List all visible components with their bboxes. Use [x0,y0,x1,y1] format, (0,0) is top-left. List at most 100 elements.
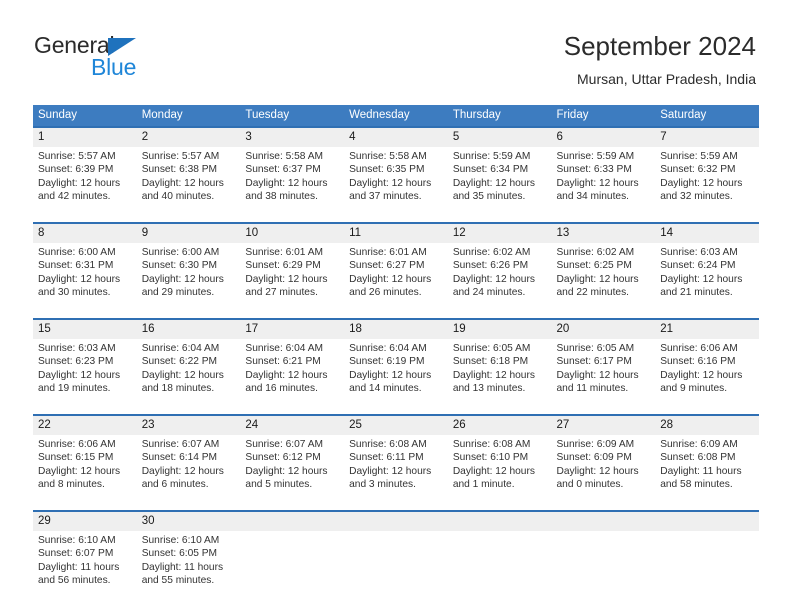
daylight-text-line1: Daylight: 12 hours [245,369,328,381]
day-number[interactable]: 5 [448,128,552,147]
sunset-text: Sunset: 6:17 PM [556,356,632,368]
daylight-text-line2: and 11 minutes. [556,383,629,395]
day-number[interactable]: 16 [137,320,241,339]
day-number[interactable]: 7 [655,128,759,147]
day-number[interactable]: 17 [240,320,344,339]
day-number[interactable]: 29 [33,512,137,531]
sunset-text: Sunset: 6:25 PM [556,260,632,272]
day-detail-cell: Sunrise: 6:06 AM Sunset: 6:15 PM Dayligh… [33,435,137,503]
weekday-header-sunday: Sunday [38,109,78,121]
sunrise-text: Sunrise: 5:58 AM [245,151,323,162]
day-number[interactable]: 30 [137,512,241,531]
day-number[interactable]: 15 [33,320,137,339]
sunset-text: Sunset: 6:23 PM [38,356,114,368]
sunset-text: Sunset: 6:27 PM [349,260,425,272]
daylight-text-line1: Daylight: 12 hours [556,465,639,477]
daylight-text-line2: and 32 minutes. [660,191,733,203]
day-detail-cell: Sunrise: 6:04 AM Sunset: 6:21 PM Dayligh… [240,339,344,407]
day-number[interactable]: 6 [552,128,656,147]
weekday-header-wednesday: Wednesday [349,109,410,121]
day-detail-cell: Sunrise: 6:07 AM Sunset: 6:12 PM Dayligh… [240,435,344,503]
day-detail-cell: Sunrise: 6:04 AM Sunset: 6:22 PM Dayligh… [137,339,241,407]
day-number[interactable]: 13 [552,224,656,243]
day-number[interactable]: 4 [344,128,448,147]
sunrise-text: Sunrise: 6:03 AM [38,343,116,354]
day-number[interactable]: 23 [137,416,241,435]
day-number[interactable]: 20 [552,320,656,339]
daylight-text-line2: and 18 minutes. [141,383,215,395]
day-number[interactable]: 25 [344,416,448,435]
day-number[interactable]: 19 [448,320,552,339]
day-detail-cell-empty [552,531,656,599]
day-number[interactable]: 10 [240,224,344,243]
page-title: September 2024 [563,31,756,61]
brand-logo[interactable]: General Blue [34,32,214,84]
sunset-text: Sunset: 6:09 PM [556,452,632,464]
daylight-text-line2: and 0 minutes. [556,479,624,491]
day-number[interactable]: 3 [240,128,344,147]
day-number-empty [552,512,656,531]
day-detail-cell: Sunrise: 5:59 AM Sunset: 6:34 PM Dayligh… [448,147,552,215]
day-detail-cell-empty [240,531,344,599]
sunrise-text: Sunrise: 5:59 AM [556,151,635,162]
daylight-text-line1: Daylight: 11 hours [141,561,224,573]
sunrise-text: Sunrise: 6:04 AM [245,343,323,354]
day-number[interactable]: 21 [655,320,759,339]
daylight-text-line1: Daylight: 12 hours [38,273,121,285]
day-detail-cell: Sunrise: 6:01 AM Sunset: 6:29 PM Dayligh… [240,243,344,311]
sunset-text: Sunset: 6:05 PM [141,548,218,560]
day-number[interactable]: 28 [655,416,759,435]
sunrise-text: Sunrise: 6:00 AM [141,247,220,258]
sunset-text: Sunset: 6:37 PM [245,164,321,176]
sunset-text: Sunset: 6:39 PM [38,164,114,176]
weekday-header-row: Sunday Monday Tuesday Wednesday Thursday… [33,105,759,126]
sunset-text: Sunset: 6:32 PM [660,164,736,176]
daylight-text-line1: Daylight: 12 hours [452,369,535,381]
daylight-text-line2: and 35 minutes. [452,191,526,203]
daylight-text-line2: and 56 minutes. [38,575,111,587]
calendar-week-row: 22 23 24 25 26 27 28 Sunrise: 6:06 AM Su… [33,414,759,503]
day-number[interactable]: 12 [448,224,552,243]
day-number[interactable]: 9 [137,224,241,243]
sunset-text: Sunset: 6:11 PM [349,452,424,464]
week-detail-band: Sunrise: 5:57 AM Sunset: 6:39 PM Dayligh… [33,147,759,215]
day-detail-cell: Sunrise: 6:09 AM Sunset: 6:09 PM Dayligh… [552,435,656,503]
daylight-text-line1: Daylight: 12 hours [141,177,224,189]
sunrise-text: Sunrise: 6:07 AM [141,439,220,450]
day-number[interactable]: 27 [552,416,656,435]
day-detail-cell: Sunrise: 6:03 AM Sunset: 6:23 PM Dayligh… [33,339,137,407]
daylight-text-line1: Daylight: 12 hours [141,369,224,381]
week-date-band: 22 23 24 25 26 27 28 [33,416,759,435]
calendar-week-row: 1 2 3 4 5 6 7 Sunrise: 5:57 AM Sunset: 6… [33,126,759,215]
daylight-text-line1: Daylight: 12 hours [141,465,224,477]
sunset-text: Sunset: 6:26 PM [452,260,529,272]
sunset-text: Sunset: 6:14 PM [141,452,218,464]
sunrise-text: Sunrise: 6:08 AM [452,439,531,450]
daylight-text-line1: Daylight: 12 hours [349,369,432,381]
sunset-text: Sunset: 6:21 PM [245,356,321,368]
sunset-text: Sunset: 6:31 PM [38,260,114,272]
day-number[interactable]: 1 [33,128,137,147]
daylight-text-line2: and 3 minutes. [349,479,416,491]
daylight-text-line2: and 14 minutes. [349,383,422,395]
day-number[interactable]: 14 [655,224,759,243]
day-number[interactable]: 18 [344,320,448,339]
sunrise-text: Sunrise: 6:01 AM [349,247,427,258]
day-detail-cell: Sunrise: 6:01 AM Sunset: 6:27 PM Dayligh… [344,243,448,311]
day-number[interactable]: 2 [137,128,241,147]
day-detail-cell: Sunrise: 6:00 AM Sunset: 6:31 PM Dayligh… [33,243,137,311]
calendar-week-row: 8 9 10 11 12 13 14 Sunrise: 6:00 AM Suns… [33,222,759,311]
day-number[interactable]: 8 [33,224,137,243]
week-date-band: 1 2 3 4 5 6 7 [33,128,759,147]
week-detail-band: Sunrise: 6:00 AM Sunset: 6:31 PM Dayligh… [33,243,759,311]
day-number[interactable]: 11 [344,224,448,243]
day-number[interactable]: 22 [33,416,137,435]
day-number[interactable]: 26 [448,416,552,435]
day-detail-cell: Sunrise: 5:58 AM Sunset: 6:37 PM Dayligh… [240,147,344,215]
day-number-empty [655,512,759,531]
sunrise-text: Sunrise: 5:58 AM [349,151,427,162]
sunrise-text: Sunrise: 6:08 AM [349,439,427,450]
page-header: General Blue September 2024 Mursan, Utta… [0,0,792,104]
day-number[interactable]: 24 [240,416,344,435]
daylight-text-line2: and 40 minutes. [141,191,215,203]
